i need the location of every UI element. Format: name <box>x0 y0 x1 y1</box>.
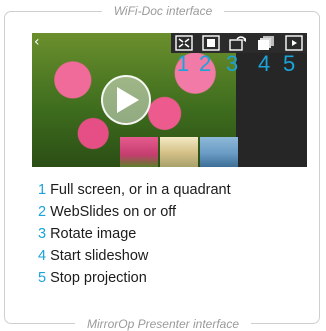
legend-item: 5 Stop projection <box>38 267 231 289</box>
legend-number: 4 <box>38 248 47 264</box>
screen-side-panel <box>236 33 307 167</box>
toolbar-number-3: 3 <box>226 51 239 76</box>
legend-text: Rotate image <box>50 226 137 242</box>
stop-projection-icon <box>285 35 303 51</box>
mirrorop-caption: MirrorOp Presenter interface <box>74 317 252 331</box>
play-icon <box>117 87 139 113</box>
play-button[interactable] <box>101 75 151 125</box>
chevron-left-icon[interactable]: ‹ <box>34 35 40 49</box>
thumbnail[interactable] <box>200 137 238 167</box>
legend-item: 3 Rotate image <box>38 223 231 245</box>
slideshow-icon <box>258 36 274 50</box>
legend-item: 1 Full screen, or in a quadrant <box>38 179 231 201</box>
fullscreen-quadrant-icon <box>175 35 193 51</box>
legend-text: Stop projection <box>50 270 147 286</box>
stop-projection-button[interactable] <box>285 35 303 51</box>
legend-number: 2 <box>38 204 47 220</box>
frame-caption-bottom: MirrorOp Presenter interface <box>0 317 326 331</box>
legend-text: Full screen, or in a quadrant <box>50 182 231 198</box>
webslides-button[interactable] <box>202 35 220 51</box>
legend-item: 2 WebSlides on or off <box>38 201 231 223</box>
legend-number: 3 <box>38 226 47 242</box>
legend-text: WebSlides on or off <box>50 204 177 220</box>
toolbar-number-5: 5 <box>283 51 296 76</box>
toolbar-number-1: 1 <box>177 51 190 76</box>
toolbar-legend: 1 Full screen, or in a quadrant 2 WebSlide… <box>38 179 231 289</box>
start-slideshow-button[interactable] <box>257 35 275 51</box>
legend-text: Start slideshow <box>50 248 149 264</box>
toolbar-number-4: 4 <box>258 51 271 76</box>
legend-number: 1 <box>38 182 47 198</box>
legend-item: 4 Start slideshow <box>38 245 231 267</box>
thumbnail[interactable] <box>160 137 198 167</box>
legend-number: 5 <box>38 270 47 286</box>
rotate-image-button[interactable] <box>229 35 247 51</box>
rotate-image-icon <box>229 36 246 51</box>
wifi-doc-caption: WiFi-Doc interface <box>101 4 225 18</box>
fullscreen-quadrant-button[interactable] <box>175 35 193 51</box>
webslides-icon <box>202 35 220 51</box>
presenter-toolbar <box>171 33 307 53</box>
toolbar-number-2: 2 <box>199 51 212 76</box>
thumbnail[interactable] <box>120 137 158 167</box>
thumbnail-strip <box>120 137 240 167</box>
frame-caption-top: WiFi-Doc interface <box>0 4 326 18</box>
